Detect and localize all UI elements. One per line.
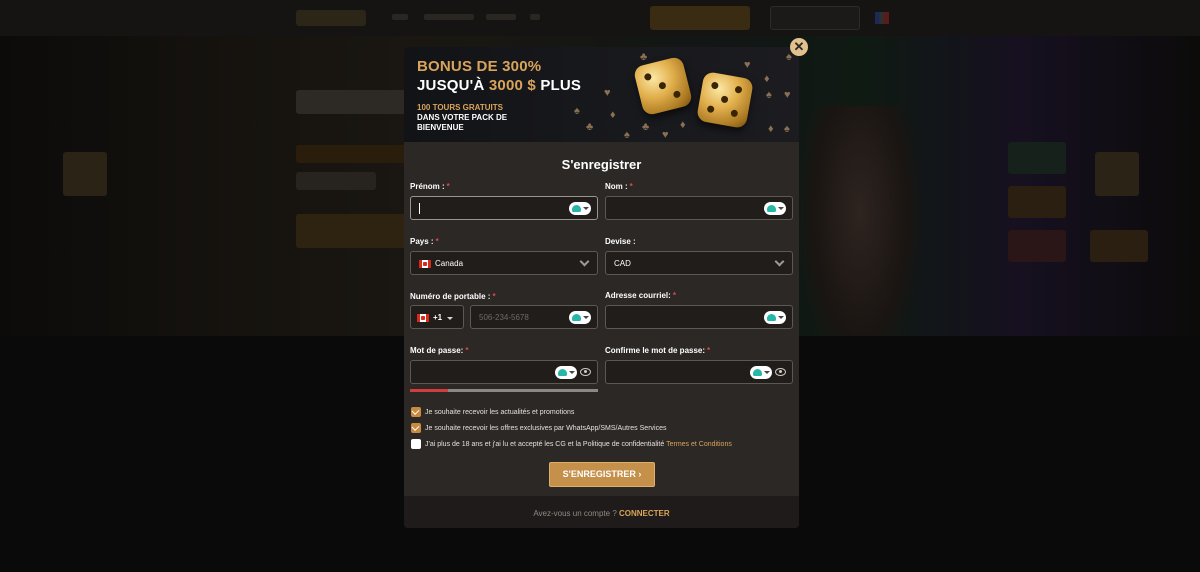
card-suit-icon: ♦ <box>768 123 774 135</box>
banner-bonus-text: BONUS DE 300% <box>417 58 542 75</box>
devise-label: Devise : <box>605 237 636 246</box>
site-language-flag-dimmed <box>875 12 889 24</box>
caret-down-icon <box>447 317 453 320</box>
autofill-extension-icon[interactable] <box>569 202 591 215</box>
registration-modal: BONUS DE 300% JUSQU'À 3000 $ PLUS 100 TO… <box>404 47 799 528</box>
card-suit-icon: ♠ <box>766 89 772 101</box>
banner-amount-text: JUSQU'À 3000 $ PLUS <box>417 77 581 94</box>
site-hero-decoration-dimmed <box>1008 142 1066 174</box>
banner-pack-text: DANS VOTRE PACK DE BIENVENUE <box>417 113 508 132</box>
terms-checkbox[interactable] <box>411 439 421 449</box>
card-suit-icon: ♣ <box>642 121 650 133</box>
show-password-eye-icon[interactable] <box>775 368 786 376</box>
confirm-password-label: Confirme le mot de passe: * <box>605 346 711 355</box>
portable-label: Numéro de portable : * <box>410 292 496 301</box>
site-hero-next-arrow-dimmed <box>1095 152 1139 196</box>
card-suit-icon: ♠ <box>784 123 790 135</box>
golden-dice-icon <box>696 71 754 129</box>
site-nav-item-dimmed <box>486 14 516 20</box>
site-hero-line-dimmed <box>296 145 406 163</box>
courriel-label: Adresse courriel: * <box>605 291 676 300</box>
site-hero-line-dimmed <box>296 172 376 190</box>
chevron-down-icon <box>774 256 785 267</box>
card-suit-icon: ♦ <box>764 73 770 85</box>
confirm-password-input[interactable] <box>605 360 793 384</box>
news-promotions-checkbox[interactable] <box>411 407 421 417</box>
card-suit-icon: ♦ <box>610 109 616 121</box>
chevron-down-icon <box>579 256 590 267</box>
card-suit-icon: ♦ <box>680 119 686 131</box>
banner-amount-suffix: PLUS <box>540 77 582 94</box>
site-nav-item-dimmed <box>530 14 540 20</box>
site-hero-decoration-dimmed <box>1008 186 1066 218</box>
card-suit-icon: ♣ <box>640 51 648 63</box>
pays-selected-value: Canada <box>435 259 464 268</box>
banner-free-spins-text: 100 TOURS GRATUITS <box>417 103 503 112</box>
site-logo-dimmed <box>296 10 366 26</box>
autofill-extension-icon[interactable] <box>555 366 577 379</box>
card-suit-icon: ♥ <box>604 87 611 99</box>
prenom-label: Prénom : * <box>410 182 450 191</box>
site-hero-prev-arrow-dimmed <box>63 152 107 196</box>
devise-select[interactable]: CAD <box>605 251 793 275</box>
autofill-extension-icon[interactable] <box>764 311 786 324</box>
phone-input[interactable]: 506-234-5678 <box>470 305 598 329</box>
register-submit-button[interactable]: S'ENREGISTRER › <box>549 462 655 487</box>
card-suit-icon: ♣ <box>586 121 594 133</box>
phone-placeholder: 506-234-5678 <box>479 313 529 322</box>
exclusive-offers-label: Je souhaite recevoir les offres exclusiv… <box>425 425 667 432</box>
form-title: S'enregistrer <box>561 157 642 172</box>
modal-footer: Avez-vous un compte ? CONNECTER <box>404 496 799 528</box>
login-prompt: Avez-vous un compte ? CONNECTER <box>533 509 670 518</box>
site-register-button-dimmed <box>650 6 750 30</box>
close-icon: ✕ <box>793 39 805 54</box>
site-login-button-dimmed <box>770 6 860 30</box>
site-hero-decoration-dimmed <box>1008 230 1066 262</box>
card-suit-icon: ♠ <box>624 129 630 141</box>
golden-dice-icon <box>632 55 694 117</box>
card-suit-icon: ♥ <box>662 129 669 141</box>
canada-flag-icon <box>419 260 431 268</box>
banner-amount-value: 3000 $ <box>488 77 536 94</box>
card-suit-icon: ♠ <box>786 51 792 63</box>
site-nav-item-dimmed <box>392 14 408 20</box>
password-strength-fill <box>410 389 448 392</box>
prenom-input[interactable] <box>410 196 598 220</box>
email-input[interactable] <box>605 305 793 329</box>
site-nav-item-dimmed <box>424 14 474 20</box>
terms-link[interactable]: Termes et Conditions <box>666 441 732 448</box>
devise-selected-value: CAD <box>614 259 631 268</box>
pays-select[interactable]: Canada <box>410 251 598 275</box>
password-strength-meter <box>410 389 598 392</box>
autofill-extension-icon[interactable] <box>764 202 786 215</box>
dial-code-select[interactable]: +1 <box>410 305 464 329</box>
autofill-extension-icon[interactable] <box>569 311 591 324</box>
password-input[interactable] <box>410 360 598 384</box>
card-suit-icon: ♠ <box>574 105 580 117</box>
autofill-extension-icon[interactable] <box>750 366 772 379</box>
terms-label: J'ai plus de 18 ans et j'ai lu et accept… <box>425 441 732 448</box>
site-hero-button-dimmed <box>296 214 406 248</box>
banner-amount-prefix: JUSQU'À <box>417 77 485 94</box>
site-hero-image-dimmed <box>800 106 920 372</box>
news-promotions-label: Je souhaite recevoir les actualités et p… <box>425 409 575 416</box>
bonus-banner: BONUS DE 300% JUSQU'À 3000 $ PLUS 100 TO… <box>404 47 799 142</box>
pays-label: Pays : * <box>410 237 439 246</box>
dial-code-value: +1 <box>433 313 443 322</box>
site-hero-title-dimmed <box>296 90 406 114</box>
nom-input[interactable] <box>605 196 793 220</box>
nom-label: Nom : * <box>605 182 633 191</box>
show-password-eye-icon[interactable] <box>580 368 591 376</box>
site-hero-decoration-dimmed <box>1090 230 1148 262</box>
card-suit-icon: ♥ <box>784 89 791 101</box>
close-modal-button[interactable]: ✕ <box>790 38 808 56</box>
exclusive-offers-checkbox[interactable] <box>411 423 421 433</box>
site-header-dimmed <box>0 0 1200 36</box>
card-suit-icon: ♥ <box>744 59 751 71</box>
text-cursor <box>419 203 420 214</box>
password-label: Mot de passe: * <box>410 346 469 355</box>
canada-flag-icon <box>417 314 429 322</box>
login-link[interactable]: CONNECTER <box>619 509 670 518</box>
